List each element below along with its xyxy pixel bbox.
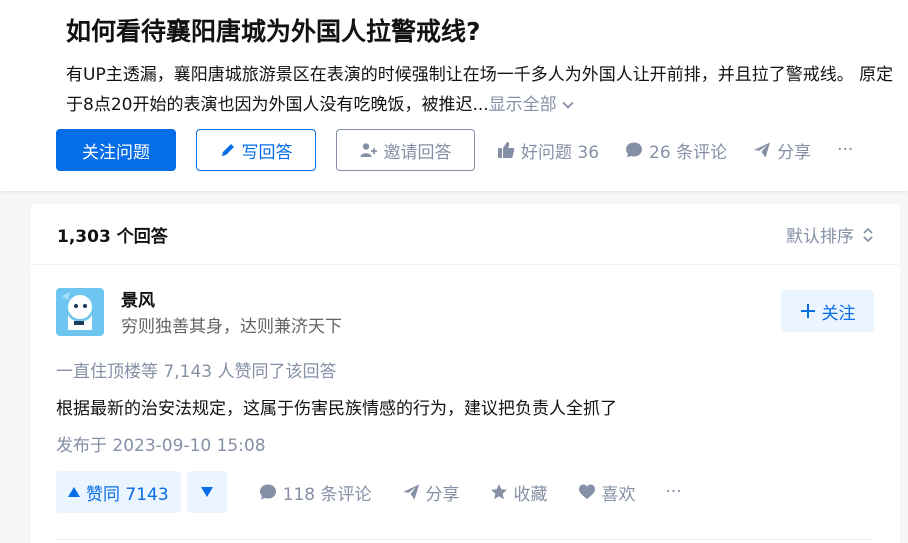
good-question-label: 好问题 36 bbox=[521, 142, 600, 163]
plus-icon bbox=[800, 304, 815, 318]
like-label: 喜欢 bbox=[601, 484, 636, 505]
good-question-button[interactable]: 好问题 36 bbox=[497, 138, 599, 163]
question-detail-text: 有UP主透漏，襄阳唐城旅游景区在表演的时候强制让在场一千多人为外国人让开前排，并… bbox=[66, 65, 894, 115]
question-title[interactable]: 如何看待襄阳唐城为外国人拉警戒线? bbox=[66, 14, 481, 50]
chevron-down-icon bbox=[562, 101, 574, 109]
answer-comments-label: 118 条评论 bbox=[282, 484, 372, 505]
collect-label: 收藏 bbox=[513, 484, 548, 505]
triangle-up-icon bbox=[68, 487, 80, 497]
answer-actions: 赞同 7143 118 条评论 分享 收藏 喜欢 ··· bbox=[56, 471, 682, 513]
follow-question-button[interactable]: 关注问题 bbox=[56, 129, 176, 171]
comment-icon bbox=[626, 142, 643, 158]
question-actions: 关注问题 写回答 邀请回答 好问题 36 26 条评论 分享 ··· bbox=[56, 129, 853, 171]
more-icon: ··· bbox=[837, 140, 854, 160]
divider bbox=[56, 539, 875, 540]
write-answer-button[interactable]: 写回答 bbox=[196, 129, 316, 171]
question-header: 如何看待襄阳唐城为外国人拉警戒线? 有UP主透漏，襄阳唐城旅游景区在表演的时候强… bbox=[0, 0, 908, 191]
sort-label: 默认排序 bbox=[786, 227, 854, 247]
thumb-up-icon bbox=[498, 142, 515, 158]
like-button[interactable]: 喜欢 bbox=[578, 480, 636, 505]
invite-user-icon bbox=[360, 143, 377, 157]
avatar-image bbox=[56, 288, 104, 336]
answer-more-button[interactable]: ··· bbox=[666, 482, 682, 502]
collect-button[interactable]: 收藏 bbox=[490, 480, 548, 505]
follow-author-label: 关注 bbox=[821, 303, 856, 324]
author-name[interactable]: 景风 bbox=[121, 286, 155, 311]
question-more-button[interactable]: ··· bbox=[837, 140, 853, 160]
show-all-link[interactable]: 显示全部 bbox=[489, 95, 575, 115]
show-all-label: 显示全部 bbox=[488, 95, 557, 115]
share-icon bbox=[402, 484, 419, 500]
sort-icon bbox=[863, 227, 873, 242]
follow-author-button[interactable]: 关注 bbox=[781, 290, 874, 332]
write-answer-label: 写回答 bbox=[241, 142, 293, 163]
avatar[interactable] bbox=[56, 288, 104, 336]
publish-time[interactable]: 发布于 2023-09-10 15:08 bbox=[56, 431, 266, 456]
upvoters-summary[interactable]: 一直住顶楼等 7,143 人赞同了该回答 bbox=[56, 357, 336, 382]
answer-count: 1,303 个回答 bbox=[57, 227, 168, 247]
question-comments-button[interactable]: 26 条评论 bbox=[625, 138, 727, 163]
answer-share-label: 分享 bbox=[425, 484, 460, 505]
answer-share-button[interactable]: 分享 bbox=[402, 480, 460, 505]
more-icon: ··· bbox=[665, 482, 682, 502]
answer-comments-button[interactable]: 118 条评论 bbox=[259, 480, 372, 505]
answer-list-header: 1,303 个回答 默认排序 bbox=[31, 204, 900, 265]
question-share-label: 分享 bbox=[777, 142, 812, 163]
share-icon bbox=[754, 142, 771, 158]
upvote-label: 赞同 7143 bbox=[86, 484, 169, 505]
answer-list-card: 1,303 个回答 默认排序 景风 穷则独善其身，达则兼济天下 关注 一直住顶楼… bbox=[31, 204, 900, 543]
sort-dropdown[interactable]: 默认排序 bbox=[786, 222, 874, 247]
triangle-down-icon bbox=[200, 487, 213, 497]
comment-icon bbox=[259, 484, 276, 500]
downvote-button[interactable] bbox=[186, 471, 227, 513]
upvote-button[interactable]: 赞同 7143 bbox=[56, 471, 181, 513]
heart-icon bbox=[578, 484, 595, 499]
answer-content: 根据最新的治安法规定，这属于伤害民族情感的行为，建议把负责人全抓了 bbox=[56, 399, 617, 419]
question-detail: 有UP主透漏，襄阳唐城旅游景区在表演的时候强制让在场一千多人为外国人让开前排，并… bbox=[66, 60, 902, 120]
invite-answer-button[interactable]: 邀请回答 bbox=[336, 129, 475, 171]
question-comments-label: 26 条评论 bbox=[649, 142, 728, 163]
question-share-button[interactable]: 分享 bbox=[753, 138, 811, 163]
pencil-icon bbox=[221, 144, 234, 156]
invite-answer-label: 邀请回答 bbox=[383, 142, 452, 163]
author-bio: 穷则独善其身，达则兼济天下 bbox=[121, 317, 342, 337]
star-icon bbox=[490, 484, 507, 500]
